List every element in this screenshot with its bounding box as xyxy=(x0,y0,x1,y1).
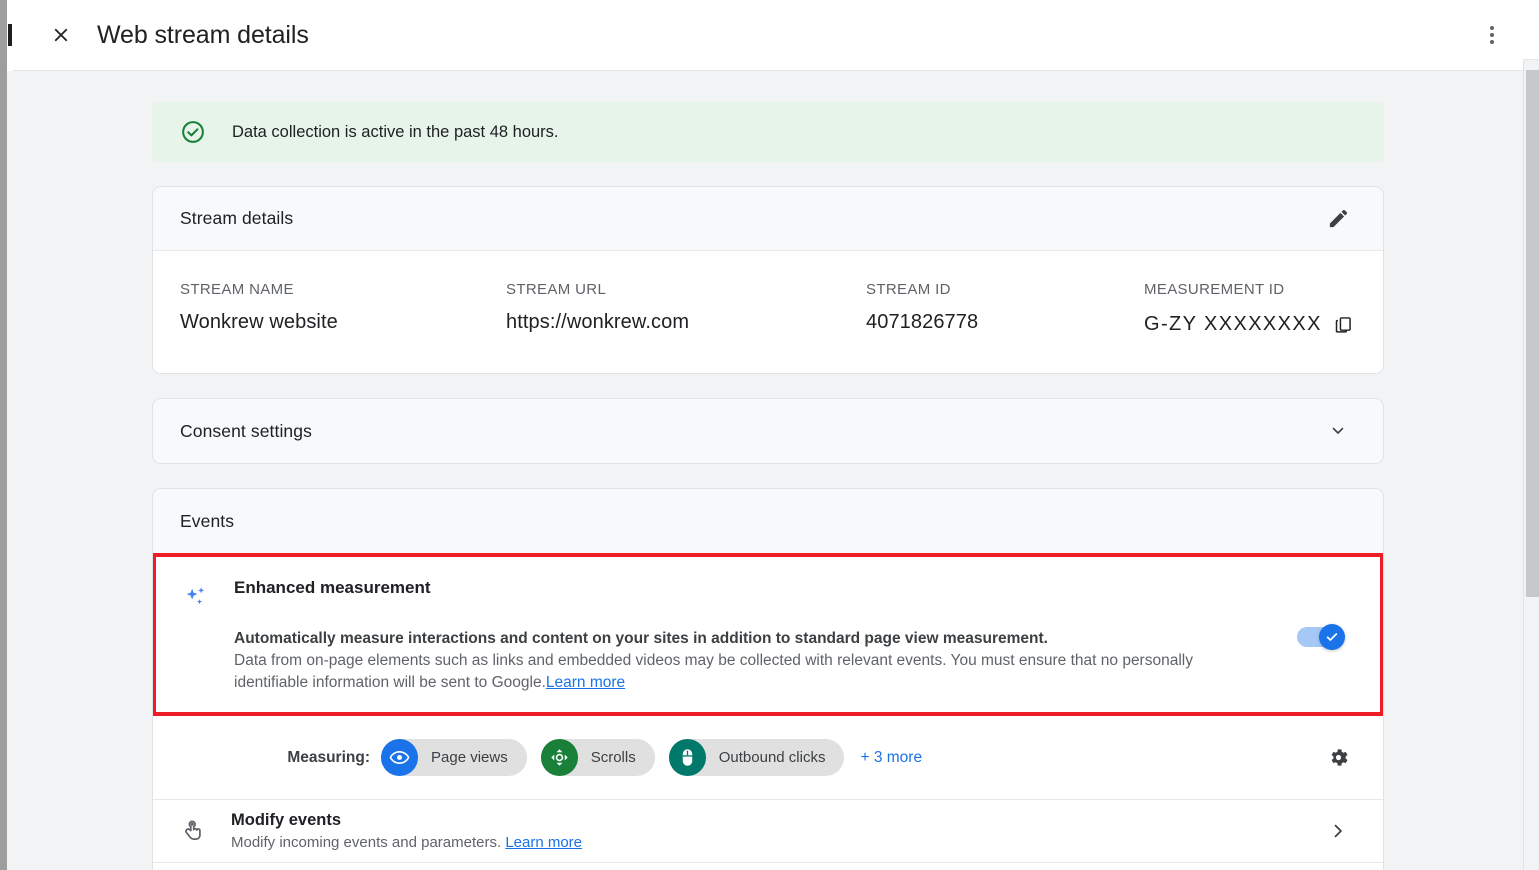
pencil-icon xyxy=(1329,209,1347,228)
enhanced-measurement-description-text: Data from on-page elements such as links… xyxy=(234,652,1193,691)
measuring-chip-label: Outbound clicks xyxy=(718,749,826,766)
detail-value-stream-url: https://wonkrew.com xyxy=(506,311,690,333)
measuring-chip-label: Scrolls xyxy=(590,749,636,766)
measuring-chip-outbound-clicks[interactable]: Outbound clicks xyxy=(668,739,845,776)
check-circle-icon xyxy=(182,121,204,143)
detail-label: STREAM URL xyxy=(506,281,607,298)
detail-value-stream-name: Wonkrew website xyxy=(180,311,338,333)
eye-icon xyxy=(389,751,410,764)
eye-icon-wrap xyxy=(381,739,418,776)
close-icon xyxy=(54,28,68,42)
modify-events-body: Modify events Modify incoming events and… xyxy=(231,811,1293,851)
measuring-chip-scrolls[interactable]: Scrolls xyxy=(540,739,655,776)
modify-events-learn-more-link[interactable]: Learn more xyxy=(505,834,582,851)
scroll-target-icon xyxy=(550,749,568,766)
stream-details-grid: STREAM NAME Wonkrew website STREAM URL h… xyxy=(153,251,1383,373)
close-button[interactable] xyxy=(39,13,83,57)
measuring-label: Measuring: xyxy=(287,748,370,766)
copy-icon xyxy=(1336,316,1352,333)
tap-hand-icon xyxy=(185,820,201,840)
consent-settings-header[interactable]: Consent settings xyxy=(153,399,1383,463)
measuring-chip-label: Page views xyxy=(431,749,508,766)
more-options-button[interactable] xyxy=(1471,14,1513,56)
modify-events-subtitle-text: Modify incoming events and parameters. xyxy=(231,834,502,851)
consent-settings-title: Consent settings xyxy=(180,420,312,441)
web-stream-details-dialog: Web stream details Data collection is ac… xyxy=(0,0,1539,870)
detail-cell-stream-id: STREAM ID 4071826778 xyxy=(866,281,1144,337)
enhanced-measurement-row[interactable]: Enhanced measurement Automatically measu… xyxy=(153,553,1383,716)
detail-label: STREAM NAME xyxy=(180,281,294,298)
edit-stream-details-button[interactable] xyxy=(1317,198,1359,240)
stream-details-panel: Stream details STREAM NAME Wonkrew websi… xyxy=(152,186,1384,374)
data-collection-status-banner: Data collection is active in the past 48… xyxy=(152,102,1384,162)
expand-consent-settings-button[interactable] xyxy=(1317,410,1359,452)
copy-measurement-id-button[interactable] xyxy=(1331,311,1357,337)
nav-row-modify-events[interactable]: Modify events Modify incoming events and… xyxy=(153,800,1383,863)
stream-details-title: Stream details xyxy=(180,208,294,228)
mouse-icon-wrap xyxy=(668,739,706,776)
vertical-scrollbar[interactable] xyxy=(1523,60,1539,870)
enhanced-measurement-settings-button[interactable] xyxy=(1317,737,1359,779)
toggle-thumb xyxy=(1319,624,1345,650)
nav-row-create-custom-events[interactable]: Create custom events Create new events f… xyxy=(153,863,1383,870)
detail-value-stream-id: 4071826778 xyxy=(866,311,979,333)
measuring-more-link[interactable]: + 3 more xyxy=(860,749,922,767)
scroll-target-icon-wrap xyxy=(540,739,578,776)
data-collection-banner-panel: Data collection is active in the past 48… xyxy=(152,102,1384,162)
detail-cell-measurement-id: MEASUREMENT ID G-ZY XXXXXXXX xyxy=(1144,281,1357,337)
sparkles-icon xyxy=(186,587,204,605)
dialog-body: Data collection is active in the past 48… xyxy=(13,71,1539,870)
modify-events-title: Modify events xyxy=(231,811,342,829)
chevron-right-icon xyxy=(1334,824,1342,838)
page-left-edge-strip xyxy=(0,0,7,870)
detail-value-measurement-id: G-ZY XXXXXXXX xyxy=(1144,312,1322,335)
vertical-scrollbar-thumb[interactable] xyxy=(1526,70,1539,597)
events-card: Events Enhanced measurement Automaticall… xyxy=(152,488,1384,870)
consent-settings-panel: Consent settings xyxy=(152,398,1384,464)
events-panel: Events Enhanced measurement Automaticall… xyxy=(152,488,1384,870)
scrollbar-top-gap xyxy=(1523,0,1539,60)
enhanced-measurement-highlight: Enhanced measurement Automatically measu… xyxy=(153,553,1383,716)
mouse-icon xyxy=(682,749,692,766)
enhanced-measurement-title: Enhanced measurement xyxy=(234,578,431,597)
measuring-row: Measuring: Page views Scrolls Outbound c… xyxy=(153,716,1383,800)
page-title: Web stream details xyxy=(97,20,309,49)
modify-events-chevron-cell[interactable] xyxy=(1293,820,1383,842)
enhanced-measurement-learn-more-link[interactable]: Learn more xyxy=(546,674,625,691)
dialog-header: Web stream details xyxy=(13,0,1539,71)
content-column: Data collection is active in the past 48… xyxy=(13,71,1523,870)
detail-label: STREAM ID xyxy=(866,281,951,298)
consent-settings-card[interactable]: Consent settings xyxy=(152,398,1384,464)
stream-details-card: Stream details STREAM NAME Wonkrew websi… xyxy=(152,186,1384,374)
chevron-down-icon xyxy=(1332,427,1344,434)
gear-icon xyxy=(1331,749,1348,766)
detail-value-measurement-id-wrap: G-ZY XXXXXXXX xyxy=(1144,311,1357,337)
detail-label: MEASUREMENT ID xyxy=(1144,281,1285,298)
enhanced-measurement-toggle[interactable] xyxy=(1297,624,1345,650)
enhanced-measurement-description: Data from on-page elements such as links… xyxy=(234,650,1246,694)
events-title: Events xyxy=(180,510,235,531)
more-vert-icon-dot-2 xyxy=(1490,33,1494,37)
check-icon xyxy=(1326,633,1338,641)
enhanced-measurement-toggle-cell xyxy=(1260,578,1380,650)
events-header: Events xyxy=(153,489,1383,553)
more-vert-icon-dot-1 xyxy=(1490,26,1494,30)
detail-cell-stream-name: STREAM NAME Wonkrew website xyxy=(180,281,506,337)
banner-text: Data collection is active in the past 48… xyxy=(232,122,559,141)
measuring-chip-page-views[interactable]: Page views xyxy=(381,739,527,776)
detail-cell-stream-url: STREAM URL https://wonkrew.com xyxy=(506,281,866,337)
modify-events-icon-cell xyxy=(153,818,231,844)
enhanced-measurement-description-strong: Automatically measure interactions and c… xyxy=(234,630,1048,647)
enhanced-measurement-body: Enhanced measurement Automatically measu… xyxy=(234,578,1260,694)
page-left-edge-glyph xyxy=(8,24,12,46)
stream-details-header: Stream details xyxy=(153,187,1383,251)
more-vert-icon-dot-3 xyxy=(1490,40,1494,44)
modify-events-subtitle: Modify incoming events and parameters. L… xyxy=(231,834,1293,851)
enhanced-measurement-icon-cell xyxy=(156,578,234,611)
